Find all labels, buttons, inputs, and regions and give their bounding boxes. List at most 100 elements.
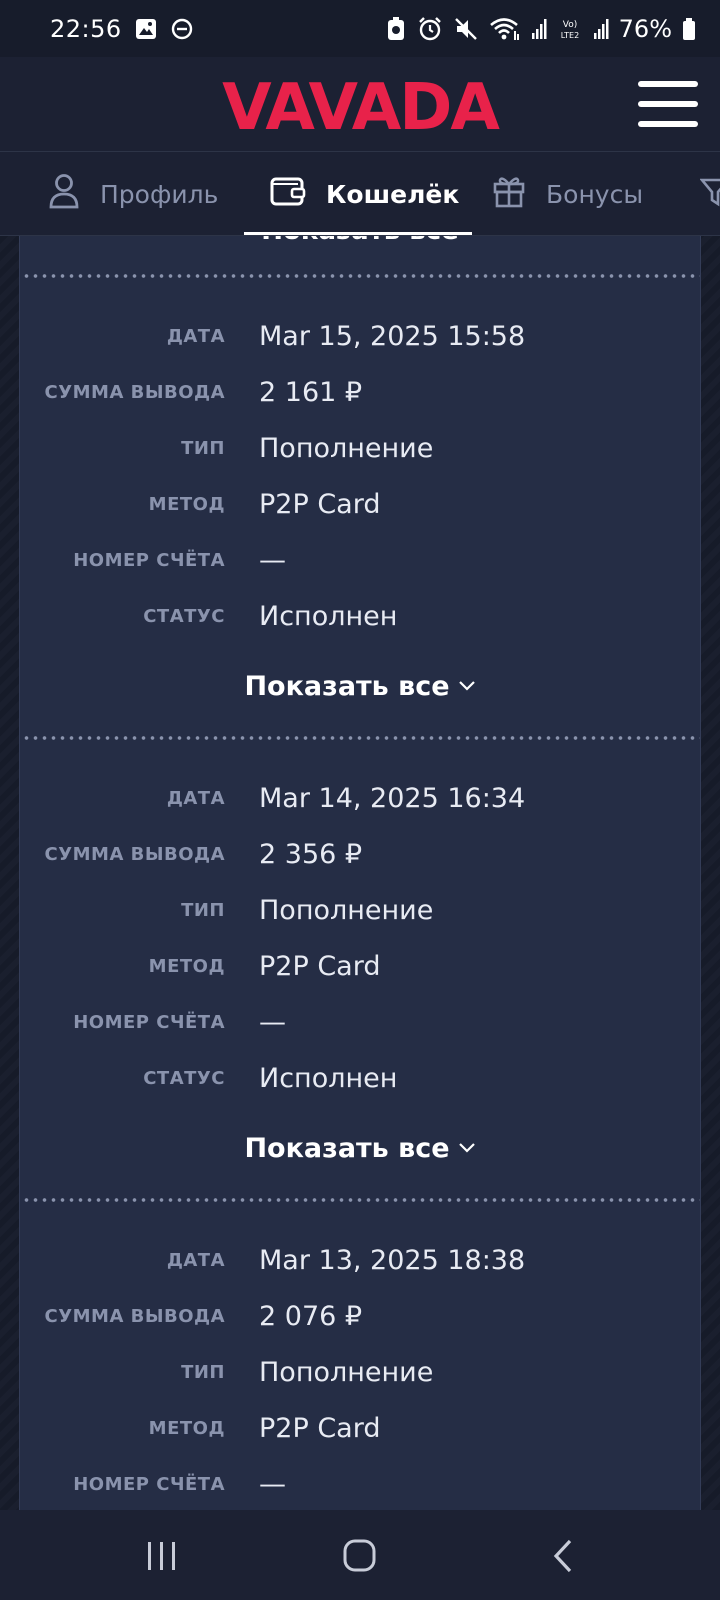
field-label: ТИП (181, 437, 225, 459)
filter-icon (699, 174, 720, 214)
user-icon (48, 173, 80, 215)
battery-icon (682, 17, 696, 41)
record-field-row: НОМЕР СЧЁТА — (20, 1456, 700, 1510)
record-field-row: МЕТОД P2P Card (20, 938, 700, 994)
svg-text:Vo): Vo) (562, 20, 576, 30)
field-label: ТИП (181, 1361, 225, 1383)
transaction-record: ДАТА Mar 13, 2025 18:38 СУММА ВЫВОДА 2 076 … (20, 1204, 700, 1510)
recent-apps-icon[interactable] (142, 1538, 182, 1574)
field-label: СУММА ВЫВОДА (44, 1305, 225, 1327)
chevron-down-icon (458, 1139, 476, 1158)
field-value: Mar 14, 2025 16:34 (259, 782, 526, 814)
status-bar: 22:56 Vo) LTE2 76% (0, 0, 720, 57)
field-value: Пополнение (259, 1356, 434, 1388)
field-value: P2P Card (259, 1412, 381, 1444)
record-field-row: СУММА ВЫВОДА 2 356 ₽ (20, 826, 700, 882)
field-label: МЕТОД (148, 955, 225, 977)
field-value: Исполнен (259, 1062, 398, 1094)
chevron-down-icon (458, 677, 476, 696)
record-field-row: ТИП Пополнение (20, 420, 700, 476)
record-field-row: СТАТУС Исполнен (20, 1050, 700, 1106)
record-field-row: ТИП Пополнение (20, 1344, 700, 1400)
transaction-record: ДАТА Mar 15, 2025 15:58 СУММА ВЫВОДА 2 161 … (20, 280, 700, 734)
field-label: СУММА ВЫВОДА (44, 381, 225, 403)
signal-icon (593, 17, 609, 41)
menu-line (638, 121, 698, 127)
record-field-row: ДАТА Mar 14, 2025 16:34 (20, 770, 700, 826)
wallet-icon (270, 175, 306, 213)
show-all-button[interactable]: Показать все (20, 658, 700, 714)
field-value: 2 076 ₽ (259, 1300, 363, 1332)
history-list: Показать все ДАТА Mar 15, 2025 15:58 СУММА… (19, 236, 701, 1510)
svg-text:LTE2: LTE2 (560, 31, 578, 40)
show-all-label: Показать все (261, 236, 459, 246)
mute-icon (453, 16, 479, 42)
system-nav-bar (0, 1510, 720, 1600)
home-icon[interactable] (340, 1538, 380, 1574)
tab-label: Кошелёк (326, 179, 460, 209)
tab-profile[interactable]: Профиль (48, 152, 219, 235)
tab-label: Профиль (100, 179, 219, 209)
tab-label: Бонусы (546, 179, 644, 209)
field-label: ТИП (181, 899, 225, 921)
field-value: Пополнение (259, 894, 434, 926)
alarm-icon (417, 16, 443, 42)
logo-text: VAVADA (222, 77, 500, 135)
field-label: НОМЕР СЧЁТА (73, 1473, 225, 1495)
tab-next-partial[interactable] (699, 152, 720, 235)
account-tabs: Профиль Кошелёк Бонусы (0, 152, 720, 236)
signal-icon (531, 17, 547, 41)
field-value: P2P Card (259, 950, 381, 982)
field-label: ДАТА (166, 1249, 225, 1271)
image-icon (134, 17, 158, 41)
menu-line (638, 101, 698, 107)
status-time: 22:56 (50, 14, 122, 43)
record-separator (20, 272, 700, 280)
transaction-record: ДАТА Mar 14, 2025 16:34 СУММА ВЫВОДА 2 356 … (20, 742, 700, 1196)
field-label: НОМЕР СЧЁТА (73, 549, 225, 571)
record-separator (20, 1196, 700, 1204)
field-value: — (259, 1006, 286, 1038)
field-value: P2P Card (259, 488, 381, 520)
record-field-row: НОМЕР СЧЁТА — (20, 532, 700, 588)
gift-icon (492, 174, 526, 214)
record-field-row: ДАТА Mar 13, 2025 18:38 (20, 1232, 700, 1288)
wifi-icon (489, 16, 521, 42)
battery-percentage: 76% (618, 14, 672, 43)
field-value: — (259, 1468, 286, 1500)
field-value: Mar 13, 2025 18:38 (259, 1244, 526, 1276)
record-field-row: МЕТОД P2P Card (20, 476, 700, 532)
data-saver-icon (385, 16, 407, 42)
field-label: ДАТА (166, 325, 225, 347)
site-header: VAVADA (0, 57, 720, 152)
record-field-row: ТИП Пополнение (20, 882, 700, 938)
volte-icon: Vo) LTE2 (557, 16, 583, 42)
field-label: СТАТУС (143, 605, 225, 627)
field-label: МЕТОД (148, 1417, 225, 1439)
field-label: СУММА ВЫВОДА (44, 843, 225, 865)
tab-bonuses[interactable]: Бонусы (492, 152, 644, 235)
field-value: — (259, 544, 286, 576)
do-not-disturb-icon (170, 17, 194, 41)
record-field-row: НОМЕР СЧЁТА — (20, 994, 700, 1050)
show-all-label: Показать все (244, 1132, 450, 1164)
show-all-button-partial[interactable]: Показать все (20, 236, 700, 272)
record-field-row: ДАТА Mar 15, 2025 15:58 (20, 308, 700, 364)
hamburger-menu-icon[interactable] (638, 81, 698, 127)
field-value: Исполнен (259, 600, 398, 632)
field-label: СТАТУС (143, 1067, 225, 1089)
field-value: 2 161 ₽ (259, 376, 363, 408)
field-label: ДАТА (166, 787, 225, 809)
tab-wallet[interactable]: Кошелёк (270, 152, 460, 235)
record-field-row: СУММА ВЫВОДА 2 076 ₽ (20, 1288, 700, 1344)
menu-line (638, 81, 698, 87)
show-all-label: Показать все (244, 670, 450, 702)
show-all-button[interactable]: Показать все (20, 1120, 700, 1176)
record-separator (20, 734, 700, 742)
wallet-history[interactable]: Показать все ДАТА Mar 15, 2025 15:58 СУММА… (0, 236, 720, 1510)
field-value: 2 356 ₽ (259, 838, 363, 870)
record-field-row: МЕТОД P2P Card (20, 1400, 700, 1456)
field-value: Пополнение (259, 432, 434, 464)
vavada-logo[interactable]: VAVADA (170, 77, 550, 135)
back-icon[interactable] (546, 1538, 586, 1574)
